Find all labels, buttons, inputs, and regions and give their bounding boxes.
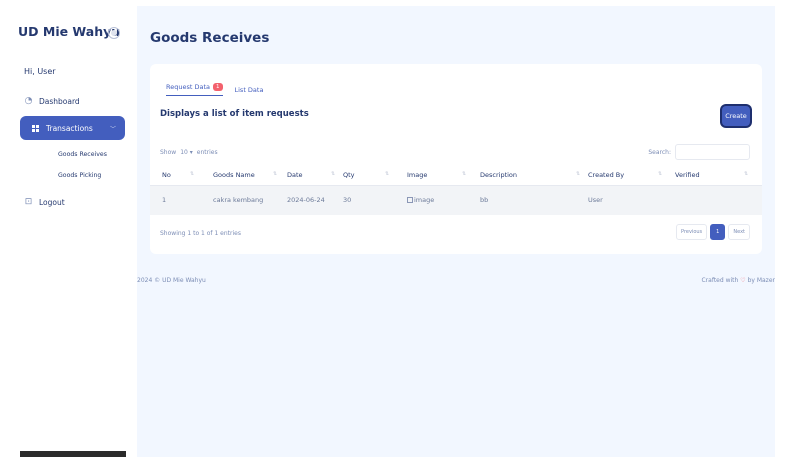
tab-label: List Data bbox=[234, 85, 264, 94]
sort-icon: ⇅ bbox=[462, 171, 467, 177]
tabs: Request Data 1 List Data bbox=[166, 83, 263, 96]
search-label: Search: bbox=[648, 148, 671, 156]
footer-credit: Crafted with ♡ by Mazer bbox=[701, 277, 775, 284]
brand-title: UD Mie Wahyu bbox=[18, 24, 121, 39]
table-row[interactable]: 1 cakra kembang 2024-06-24 30 image bb U… bbox=[150, 185, 762, 215]
sidebar-subitem-goods-receives[interactable]: Goods Receives bbox=[58, 151, 107, 158]
sort-icon: ⇅ bbox=[744, 171, 749, 177]
column-header-description[interactable]: Description bbox=[480, 171, 517, 179]
cell-image: image bbox=[407, 196, 434, 204]
footer-credit-suffix: by Mazer bbox=[747, 277, 775, 284]
heart-icon: ♡ bbox=[740, 277, 746, 284]
tab-request-data[interactable]: Request Data 1 bbox=[166, 83, 223, 96]
count-badge: 1 bbox=[213, 83, 223, 91]
previous-page-button[interactable]: Previous bbox=[676, 224, 708, 240]
column-header-goods-name[interactable]: Goods Name bbox=[213, 171, 255, 179]
logout-icon: ⊡ bbox=[24, 197, 33, 207]
next-page-button[interactable]: Next bbox=[728, 224, 750, 240]
data-card: Request Data 1 List Data Displays a list… bbox=[150, 64, 762, 254]
pagination: Previous 1 Next bbox=[676, 224, 750, 240]
cell-no: 1 bbox=[162, 196, 167, 204]
table-info: Showing 1 to 1 of 1 entries bbox=[160, 230, 241, 237]
page-title: Goods Receives bbox=[150, 30, 270, 46]
sidebar-item-label: Dashboard bbox=[39, 96, 80, 106]
page-1-button[interactable]: 1 bbox=[710, 224, 726, 240]
cell-description: bb bbox=[480, 196, 489, 204]
sidebar-item-logout[interactable]: ⊡ Logout bbox=[24, 197, 65, 207]
sidebar-item-dashboard[interactable]: ◔ Dashboard bbox=[24, 96, 80, 106]
tab-list-data[interactable]: List Data bbox=[235, 83, 264, 96]
cell-created-by: User bbox=[588, 196, 603, 204]
cell-goods-name: cakra kembang bbox=[213, 196, 264, 204]
dashboard-icon: ◔ bbox=[24, 96, 33, 106]
search-control: Search: bbox=[648, 144, 750, 160]
entries-select-value: 10 bbox=[180, 149, 188, 156]
sidebar-item-transactions[interactable]: Transactions ﹀ bbox=[20, 116, 125, 140]
broken-image-icon bbox=[407, 197, 413, 203]
column-header-qty[interactable]: Qty bbox=[343, 171, 355, 179]
sidebar-item-label: Logout bbox=[39, 197, 65, 207]
sidebar-bottom-bar bbox=[20, 451, 126, 457]
cell-qty: 30 bbox=[343, 196, 352, 204]
user-greeting: Hi, User bbox=[24, 67, 56, 76]
entries-select[interactable]: 10 ▾ bbox=[180, 149, 193, 156]
create-button[interactable]: Create bbox=[722, 106, 750, 126]
card-subtitle: Displays a list of item requests bbox=[160, 109, 309, 119]
sort-icon: ⇅ bbox=[385, 171, 390, 177]
table-header: No ⇅ Goods Name ⇅ Date ⇅ Qty ⇅ Image ⇅ D… bbox=[150, 166, 762, 185]
theme-toggle[interactable] bbox=[108, 27, 120, 39]
sort-icon: ⇅ bbox=[273, 171, 278, 177]
chevron-down-icon: ▾ bbox=[189, 149, 193, 156]
column-header-created-by[interactable]: Created By bbox=[588, 171, 624, 179]
sidebar-item-label: Transactions bbox=[46, 123, 93, 133]
grid-icon bbox=[32, 124, 39, 132]
search-input[interactable] bbox=[675, 144, 750, 160]
tab-label: Request Data bbox=[166, 83, 210, 91]
entries-length-control: Show 10 ▾ entries bbox=[160, 149, 218, 156]
column-header-no[interactable]: No bbox=[162, 171, 171, 179]
column-header-verified[interactable]: Verified bbox=[675, 171, 700, 179]
show-label: Show bbox=[160, 149, 177, 156]
main-content: Goods Receives Request Data 1 List Data … bbox=[137, 6, 775, 457]
column-header-date[interactable]: Date bbox=[287, 171, 303, 179]
sort-icon: ⇅ bbox=[331, 171, 336, 177]
chevron-down-icon: ﹀ bbox=[109, 126, 116, 133]
sidebar: UD Mie Wahyu Hi, User ◔ Dashboard Transa… bbox=[0, 0, 137, 457]
footer-copyright: 2024 © UD Mie Wahyu bbox=[137, 277, 206, 284]
entries-label: entries bbox=[196, 149, 218, 156]
sort-icon: ⇅ bbox=[658, 171, 663, 177]
column-header-image[interactable]: Image bbox=[407, 171, 427, 179]
sort-icon: ⇅ bbox=[190, 171, 195, 177]
image-alt-text: image bbox=[414, 196, 435, 204]
sidebar-subitem-goods-picking[interactable]: Goods Picking bbox=[58, 172, 101, 179]
sort-icon: ⇅ bbox=[576, 171, 581, 177]
footer-credit-prefix: Crafted with bbox=[701, 277, 739, 284]
cell-date: 2024-06-24 bbox=[287, 196, 325, 204]
